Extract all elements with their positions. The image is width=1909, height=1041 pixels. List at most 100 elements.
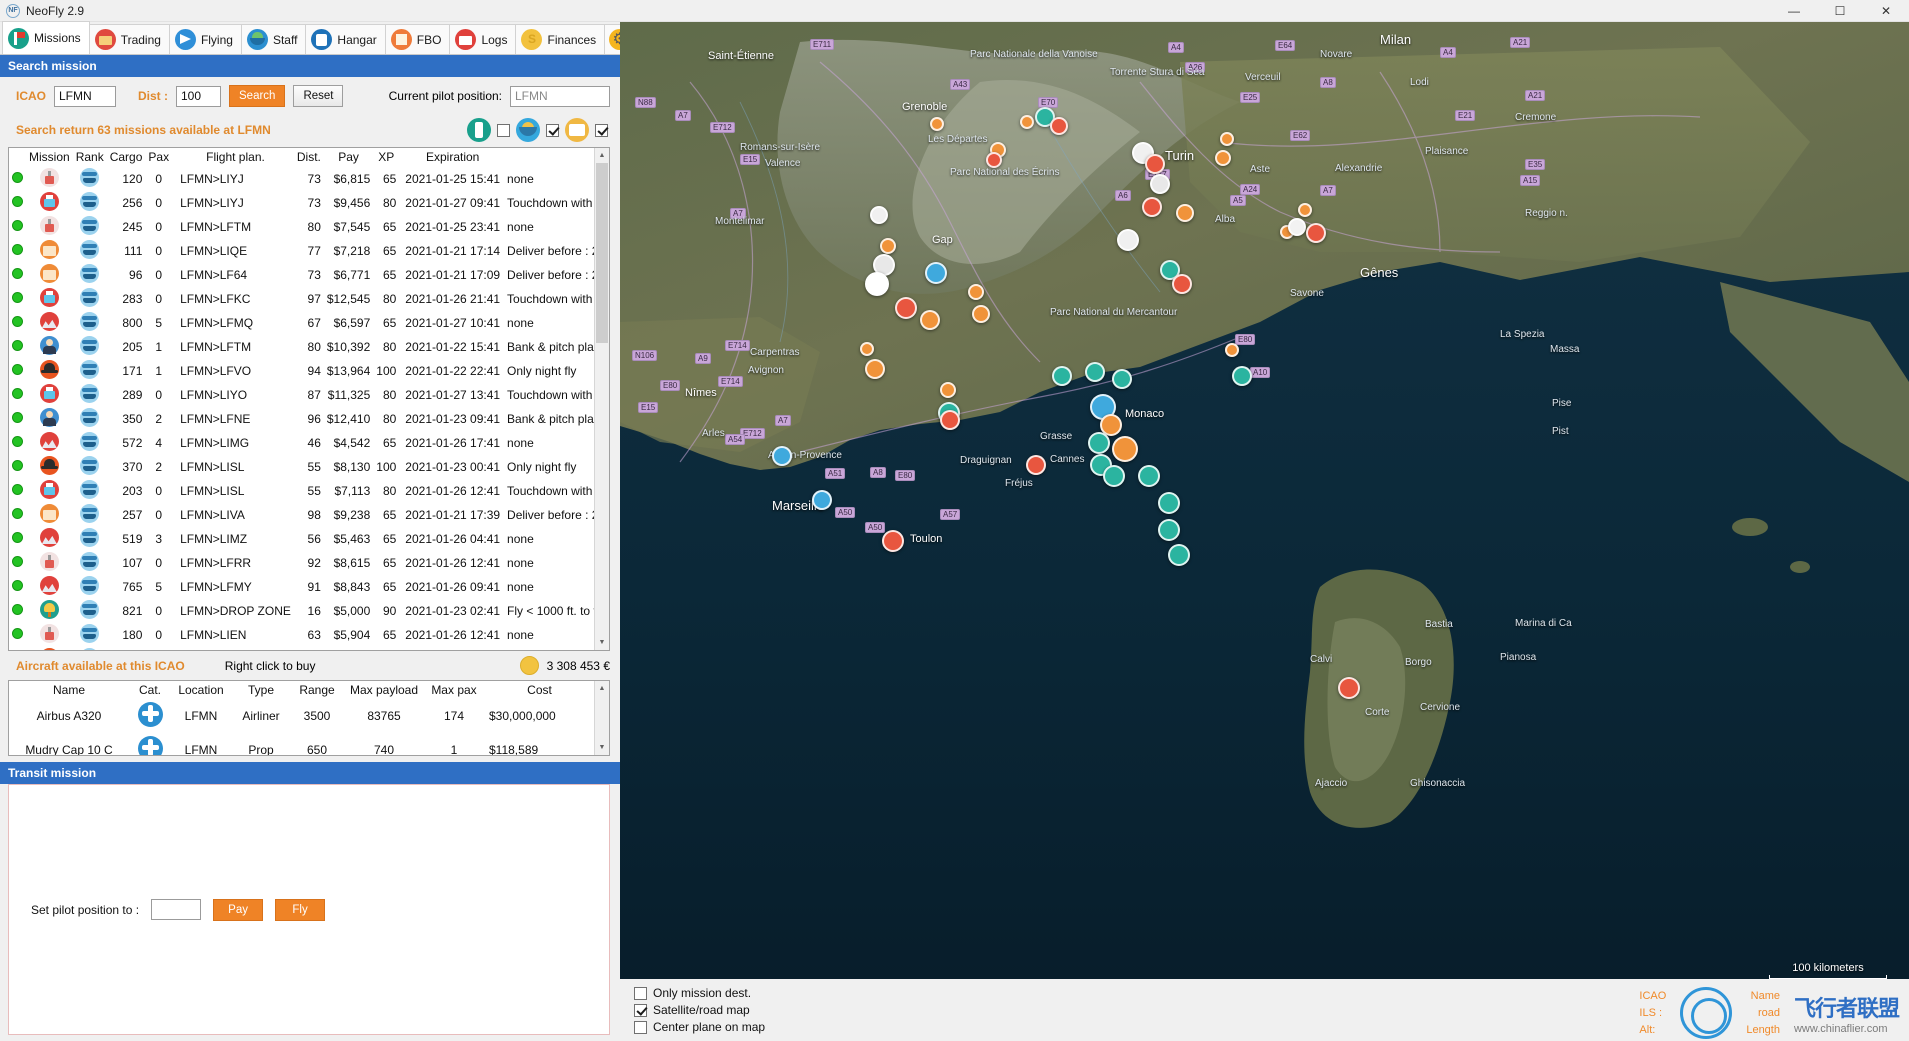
col-ac-type[interactable]: Type: [231, 681, 291, 699]
map-mission-marker[interactable]: [1225, 343, 1239, 357]
mission-row[interactable]: 821 0 LFMN>DROP ZONE 16 $5,000 90 2021-01-23 0…: [9, 599, 594, 623]
col-rank[interactable]: Rank: [72, 148, 107, 167]
mission-row[interactable]: 171 1 LFMN>LFVO 94 $13,964 100 2021-01-22 22:4…: [9, 359, 594, 383]
pilot-position-input[interactable]: [510, 85, 610, 107]
close-button[interactable]: ✕: [1863, 0, 1909, 22]
map-mission-marker[interactable]: [895, 297, 917, 319]
transit-position-input[interactable]: [151, 899, 202, 920]
checkbox-only-mission-dest[interactable]: Only mission dest.: [634, 986, 765, 1000]
mission-row[interactable]: 3602LFMN>LFKD97$14,4351002021-01-23 02:4…: [9, 647, 594, 650]
col-xp[interactable]: XP: [373, 148, 400, 167]
col-ac-range[interactable]: Range: [291, 681, 343, 699]
col-flightplan[interactable]: Flight plan.: [172, 148, 294, 167]
map-mission-marker[interactable]: [882, 530, 904, 552]
col-dist[interactable]: Dist.: [293, 148, 324, 167]
map-mission-marker[interactable]: [1150, 174, 1170, 194]
ac-scroll-down-arrow[interactable]: ▼: [595, 740, 609, 755]
mission-row[interactable]: 256 0 LFMN>LIYJ 73 $9,456 80 2021-01-27 09:41 T…: [9, 191, 594, 215]
map-mission-marker[interactable]: [1112, 369, 1132, 389]
map-mission-marker[interactable]: [1088, 432, 1110, 454]
center-plane-on-map-box[interactable]: [634, 1020, 647, 1034]
mission-row[interactable]: 283 0 LFMN>LFKC 97 $12,545 80 2021-01-26 21:41…: [9, 287, 594, 311]
map-mission-marker[interactable]: [1138, 465, 1160, 487]
tab-logs[interactable]: Logs: [449, 24, 517, 54]
col-pay[interactable]: Pay: [323, 148, 374, 167]
tab-flying[interactable]: Flying: [168, 24, 242, 54]
col-ac-location[interactable]: Location: [171, 681, 231, 699]
reset-button[interactable]: Reset: [293, 85, 344, 107]
mission-row[interactable]: 257 0 LFMN>LIVA 98 $9,238 65 2021-01-21 17:39 D…: [9, 503, 594, 527]
map-mission-marker[interactable]: [1026, 455, 1046, 475]
map-mission-marker[interactable]: [812, 490, 832, 510]
col-status[interactable]: [9, 148, 26, 167]
aircraft-grid-scrollbar[interactable]: ▲ ▼: [594, 681, 609, 755]
aircraft-row[interactable]: Airbus A320 LFMN Airliner 3500 83765 174 $30,0…: [9, 699, 594, 733]
tab-trading[interactable]: Trading: [88, 24, 170, 54]
map-mission-marker[interactable]: [972, 305, 990, 323]
icao-input[interactable]: [54, 85, 116, 107]
map-mission-marker[interactable]: [1103, 465, 1125, 487]
map-mission-marker[interactable]: [1020, 115, 1034, 129]
col-ac-cost[interactable]: Cost: [483, 681, 594, 699]
special-filter-icon[interactable]: [565, 118, 589, 142]
satellite-road-map-box[interactable]: [634, 1003, 647, 1017]
map-mission-marker[interactable]: [880, 238, 896, 254]
col-ac-cat[interactable]: Cat.: [129, 681, 171, 699]
mission-row[interactable]: 519 3 LFMN>LIMZ 56 $5,463 65 2021-01-26 04:41 n…: [9, 527, 594, 551]
scroll-up-arrow[interactable]: ▲: [595, 148, 609, 163]
map-mission-marker[interactable]: [1176, 204, 1194, 222]
map-mission-marker[interactable]: [1158, 492, 1180, 514]
map-mission-marker[interactable]: [930, 117, 944, 131]
map-mission-marker[interactable]: [865, 272, 889, 296]
mission-row[interactable]: 111 0 LFMN>LIQE 77 $7,218 65 2021-01-21 17:14 D…: [9, 239, 594, 263]
checkbox-center-plane-on-map[interactable]: Center plane on map: [634, 1020, 765, 1034]
map-mission-marker[interactable]: [1172, 274, 1192, 294]
mission-row[interactable]: 107 0 LFMN>LFRR 92 $8,615 65 2021-01-26 12:41 n…: [9, 551, 594, 575]
map-mission-marker[interactable]: [940, 382, 956, 398]
mission-grid-scrollbar[interactable]: ▲ ▼: [594, 148, 609, 650]
aircraft-row[interactable]: Mudry Cap 10 C LFMN Prop 650 740 1 $118,589: [9, 733, 594, 755]
map-mission-marker[interactable]: [1232, 366, 1252, 386]
mission-row[interactable]: 289 0 LFMN>LIYO 87 $11,325 80 2021-01-27 13:41…: [9, 383, 594, 407]
mission-row[interactable]: 370 2 LFMN>LISL 55 $8,130 100 2021-01-23 00:41…: [9, 455, 594, 479]
dist-input[interactable]: [176, 85, 221, 107]
mission-row[interactable]: 203 0 LFMN>LISL 55 $7,113 80 2021-01-26 12:41 T…: [9, 479, 594, 503]
map-mission-marker[interactable]: [1338, 677, 1360, 699]
only-mission-dest-box[interactable]: [634, 986, 647, 1000]
pax-filter-icon[interactable]: [516, 118, 540, 142]
map-mission-marker[interactable]: [1050, 117, 1068, 135]
mission-row[interactable]: 765 5 LFMN>LFMY 91 $8,843 65 2021-01-26 09:41 n…: [9, 575, 594, 599]
map-mission-marker[interactable]: [865, 359, 885, 379]
special-filter-checkbox[interactable]: [595, 123, 608, 137]
mission-row[interactable]: 205 1 LFMN>LFTM 80 $10,392 80 2021-01-22 15:41…: [9, 335, 594, 359]
map-view[interactable]: A7 E711 A43 E70 A4 E64 A21 A4 A8 A26 E25 N88 E712 E15…: [620, 22, 1909, 1041]
cargo-filter-icon[interactable]: [467, 118, 491, 142]
tab-finances[interactable]: Finances: [515, 24, 606, 54]
mission-row[interactable]: 180 0 LFMN>LIEN 63 $5,904 65 2021-01-26 12:41 n…: [9, 623, 594, 647]
col-ac-payload[interactable]: Max payload: [343, 681, 425, 699]
map-mission-marker[interactable]: [1158, 519, 1180, 541]
mission-row[interactable]: 350 2 LFMN>LFNE 96 $12,410 80 2021-01-23 09:41…: [9, 407, 594, 431]
minimize-button[interactable]: —: [1771, 0, 1817, 22]
map-mission-marker[interactable]: [920, 310, 940, 330]
checkbox-satellite-road-map[interactable]: Satellite/road map: [634, 1003, 765, 1017]
mission-row[interactable]: 800 5 LFMN>LFMQ 67 $6,597 65 2021-01-27 10:41 n…: [9, 311, 594, 335]
mission-row[interactable]: 245 0 LFMN>LFTM 80 $7,545 65 2021-01-25 23:41 n…: [9, 215, 594, 239]
tab-staff[interactable]: Staff: [240, 24, 307, 54]
map-mission-marker[interactable]: [986, 152, 1002, 168]
pay-button[interactable]: Pay: [213, 898, 264, 921]
map-mission-marker[interactable]: [1112, 436, 1138, 462]
map-mission-marker[interactable]: [968, 284, 984, 300]
map-mission-marker[interactable]: [1085, 362, 1105, 382]
map-mission-marker[interactable]: [772, 446, 792, 466]
ac-scroll-track[interactable]: [595, 696, 609, 740]
ac-scroll-up-arrow[interactable]: ▲: [595, 681, 609, 696]
tab-fbo[interactable]: FBO: [384, 24, 451, 54]
col-ac-maxpax[interactable]: Max pax: [425, 681, 483, 699]
pax-filter-checkbox[interactable]: [546, 123, 559, 137]
col-ac-name[interactable]: Name: [9, 681, 129, 699]
map-mission-marker[interactable]: [1306, 223, 1326, 243]
col-mission[interactable]: Mission: [26, 148, 73, 167]
col-expiration[interactable]: Expiration: [399, 148, 504, 167]
mission-row[interactable]: 120 0 LFMN>LIYJ 73 $6,815 65 2021-01-25 15:41 n…: [9, 167, 594, 191]
